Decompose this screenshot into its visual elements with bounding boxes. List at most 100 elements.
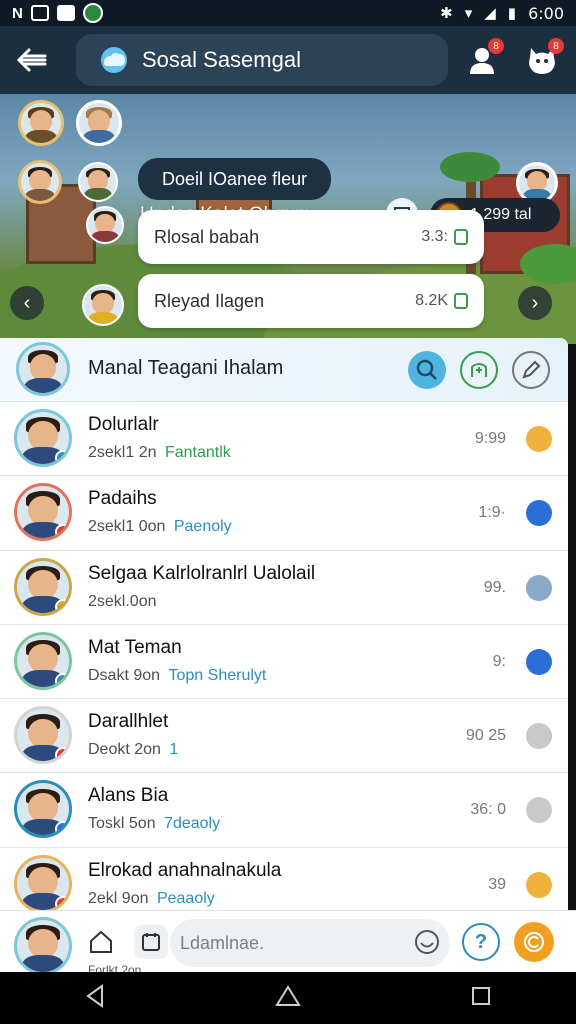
member-avatar[interactable] [82, 284, 124, 326]
status-badge [55, 524, 69, 539]
chat-message[interactable]: Rlosal babah 3.3: [138, 210, 484, 264]
status-emoji-icon[interactable] [526, 426, 552, 452]
back-triangle-icon[interactable] [84, 983, 106, 1013]
contact-preview: 2sekl1 2n Fantantlk [88, 444, 231, 462]
emoji-icon[interactable] [410, 925, 444, 959]
chat-message[interactable]: Rleyad Ilagen 8.2K [138, 274, 484, 328]
read-check-icon [454, 229, 468, 245]
chat-list-item[interactable]: Alans Bia Toskl 5on 7deaoly 36: 0 [0, 773, 568, 848]
group-status-text: Doeil IOanee fleur [162, 168, 308, 189]
battery-icon: ▮ [507, 5, 517, 22]
status-badge [55, 450, 69, 464]
contact-avatar[interactable] [14, 631, 72, 690]
preview-prefix: 2sekl.0on [88, 592, 157, 610]
contact-name: Alans Bia [88, 785, 169, 807]
status-bar: N ✱ ▾ ◢ ▮ 6:00 [0, 0, 576, 26]
status-badge [55, 895, 69, 910]
status-emoji-icon[interactable] [526, 723, 552, 750]
preview-tag: Topn Sherulyt [168, 666, 267, 684]
group-chat-scene: Undas Kalot Obgum 1 299 tal Doeil IOanee… [0, 94, 576, 344]
contact-avatar[interactable] [14, 483, 72, 542]
message-time: 39 [488, 875, 506, 893]
preview-prefix: 2sekl1 0on [88, 518, 166, 536]
friends-icon[interactable]: 8 [462, 38, 504, 80]
contact-list: Dolurlalr 2sekl1 2n Fantantlk 9:99 Padai… [0, 402, 568, 910]
contact-preview: 2sekl1 0on Paenoly [88, 518, 232, 536]
message-time: 36: 0 [470, 801, 506, 819]
status-emoji-icon[interactable] [526, 797, 552, 824]
home-icon[interactable] [84, 925, 118, 959]
preview-tag: 7deaoly [164, 815, 221, 833]
status-badge [55, 821, 69, 836]
contact-preview: 2sekl.0on [88, 593, 161, 611]
message-time: 9:99 [474, 430, 506, 447]
attachment-icon[interactable] [134, 925, 168, 959]
notification-badge: 8 [548, 38, 564, 54]
group-status-pill[interactable]: Doeil IOanee fleur [138, 158, 332, 200]
network-icon: N [12, 4, 23, 22]
coin-icon[interactable] [514, 922, 554, 962]
member-avatar[interactable] [18, 100, 64, 146]
contact-avatar[interactable] [14, 706, 72, 765]
status-emoji-icon[interactable] [526, 500, 552, 527]
app-title: Sosal Sasemgal [142, 47, 301, 72]
contact-name: Darallhlet [88, 711, 169, 733]
preview-prefix: 2ekl 9on [88, 889, 149, 907]
read-check-icon [454, 293, 468, 309]
home-triangle-icon[interactable] [274, 984, 302, 1013]
contact-avatar[interactable] [14, 557, 72, 616]
contact-avatar[interactable] [14, 409, 72, 467]
new-group-icon[interactable] [460, 351, 498, 389]
contact-avatar[interactable] [14, 854, 72, 910]
compose-icon[interactable] [512, 351, 550, 389]
status-emoji-icon[interactable] [526, 574, 552, 601]
chat-list-item[interactable]: Mat Teman Dsakt 9on Topn Sherulyt 9: [0, 625, 568, 700]
message-meta: 3.3: [421, 228, 448, 245]
message-text: Rleyad Ilagen [154, 290, 265, 311]
signal-icon: ◢ [484, 5, 496, 22]
contact-name: Padaihs [88, 488, 157, 510]
status-emoji-icon[interactable] [526, 648, 552, 675]
member-avatar[interactable] [76, 100, 122, 146]
help-icon[interactable]: ? [462, 923, 500, 961]
preview-tag: 1 [169, 741, 179, 759]
contact-preview: Dsakt 9on Topn Sherulyt [88, 667, 266, 685]
clock: 6:00 [528, 3, 564, 23]
preview-prefix: Dsakt 9on [88, 666, 161, 684]
recents-square-icon[interactable] [470, 985, 492, 1012]
message-input[interactable]: Ldamlnae. [170, 919, 450, 967]
chat-list-item[interactable]: Padaihs 2sekl1 0on Paenoly 1:9· [0, 476, 568, 551]
contact-name: Elrokad anahnalnakula [88, 859, 282, 881]
contact-avatar[interactable] [14, 780, 72, 839]
chevron-left-icon[interactable]: ‹ [10, 286, 44, 320]
contact-name: Dolurlalr [88, 414, 159, 435]
chat-list-item[interactable]: Elrokad anahnalnakula 2ekl 9on Peaaoly 3… [0, 848, 568, 910]
profile-avatar[interactable] [14, 917, 72, 975]
status-emoji-icon[interactable] [526, 871, 552, 898]
member-avatar[interactable] [18, 160, 62, 204]
panel-header: Manal Teagani Ihalam [0, 338, 568, 402]
chat-list-item[interactable]: Selgaa Kalrlolranlrl Ualolail 2sekl.0on … [0, 551, 568, 625]
panel-title: Manal Teagani Ihalam [88, 357, 284, 379]
cloud-logo-icon [101, 47, 127, 73]
chat-list-item[interactable]: Darallhlet Deokt 2on 1 90 25 [0, 699, 568, 774]
preview-prefix: 2sekl1 2n [88, 444, 157, 461]
search-icon[interactable] [408, 351, 446, 389]
mascot-icon[interactable]: 8 [522, 38, 564, 80]
chat-list-item[interactable]: Dolurlalr 2sekl1 2n Fantantlk 9:99 [0, 402, 568, 477]
preview-tag: Fantantlk [164, 444, 231, 461]
member-avatar[interactable] [78, 162, 118, 202]
message-time: 99. [483, 578, 506, 596]
app-notification-icon [56, 5, 75, 21]
app-bar: Sosal Sasemgal 8 8 [0, 26, 576, 94]
back-arrow-icon[interactable] [4, 32, 60, 88]
member-avatar[interactable] [86, 206, 124, 244]
status-badge [55, 672, 69, 687]
status-badge [55, 747, 69, 762]
preview-prefix: Deokt 2on [88, 741, 161, 759]
app-title-pill[interactable]: Sosal Sasemgal [76, 34, 448, 86]
message-time: 1:9· [478, 504, 506, 522]
bluetooth-icon: ✱ [440, 5, 453, 22]
current-user-avatar[interactable] [16, 342, 70, 396]
chevron-right-icon[interactable]: › [518, 286, 552, 320]
